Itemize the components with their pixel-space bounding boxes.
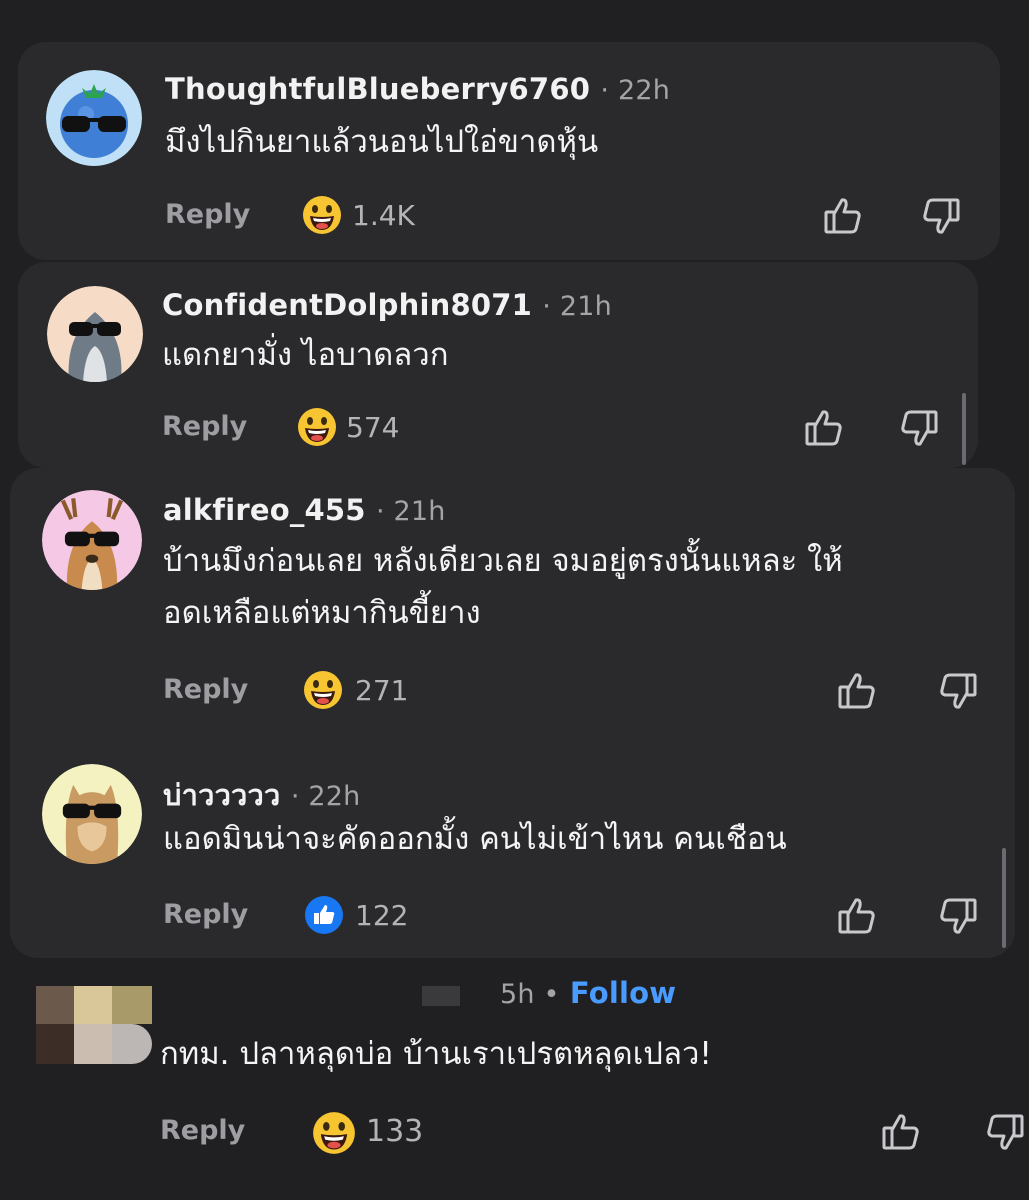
reply-button[interactable]: Reply bbox=[160, 1115, 245, 1146]
username-text[interactable]: ConfidentDolphin8071 bbox=[162, 288, 532, 322]
reaction-count: 122 bbox=[355, 899, 409, 932]
laughing-face-icon[interactable] bbox=[312, 1111, 356, 1155]
thumbs-down-icon[interactable] bbox=[937, 671, 979, 713]
reaction-count: 133 bbox=[366, 1114, 424, 1149]
timestamp: · 22h bbox=[600, 75, 671, 106]
avatar[interactable] bbox=[42, 764, 142, 864]
reply-button[interactable]: Reply bbox=[163, 674, 248, 705]
username[interactable]: alkfireo_455 · 21h bbox=[163, 493, 446, 527]
timestamp: · 21h bbox=[542, 291, 612, 322]
username[interactable]: ConfidentDolphin8071 · 21h bbox=[162, 288, 612, 322]
meta-row: 5h • Follow bbox=[500, 976, 676, 1010]
follow-button[interactable]: Follow bbox=[570, 976, 676, 1010]
thumbs-up-icon[interactable] bbox=[836, 669, 878, 711]
thumbs-down-icon[interactable] bbox=[937, 896, 979, 938]
like-icon[interactable] bbox=[304, 895, 344, 935]
username-text[interactable]: ThoughtfulBlueberry6760 bbox=[165, 72, 590, 106]
scrollbar-thumb[interactable] bbox=[1002, 848, 1006, 948]
username[interactable]: ThoughtfulBlueberry6760 · 22h bbox=[165, 72, 670, 106]
comment-text: แอดมินน่าจะคัดออกมั้ง คนไม่เข้าไหน คนเชื… bbox=[163, 821, 787, 857]
username-blurred[interactable] bbox=[422, 986, 460, 1006]
avatar[interactable] bbox=[42, 490, 142, 590]
thumbs-down-icon[interactable] bbox=[984, 1112, 1026, 1154]
comment-text: มึงไปกินยาแล้วนอนไปใอ่ขาดหุ้น bbox=[165, 124, 599, 160]
reply-button[interactable]: Reply bbox=[163, 899, 248, 930]
comment-text-line1: บ้านมึงก่อนเลย หลังเดียวเลย จมอยู่ตรงนั้… bbox=[163, 543, 843, 579]
thumbs-up-icon[interactable] bbox=[803, 406, 845, 448]
scrollbar-thumb[interactable] bbox=[962, 393, 966, 465]
thumbs-down-icon[interactable] bbox=[920, 196, 962, 238]
reply-button[interactable]: Reply bbox=[162, 411, 247, 442]
comment-text: แดกยามั่ง ไอบาดลวก bbox=[162, 337, 449, 373]
username-text[interactable]: บ่าววววว bbox=[163, 778, 281, 812]
comment-text: กทม. ปลาหลุดบ่อ บ้านเราเปรตหลุดเปลว! bbox=[160, 1036, 712, 1072]
timestamp: · 21h bbox=[375, 496, 446, 527]
comment-text-line2: อดเหลือแต่หมากินขี้ยาง bbox=[163, 595, 481, 631]
reaction-count: 1.4K bbox=[352, 199, 415, 232]
avatar[interactable] bbox=[46, 70, 142, 166]
timestamp: · 22h bbox=[290, 781, 361, 812]
thumbs-up-icon[interactable] bbox=[836, 894, 878, 936]
laughing-face-icon[interactable] bbox=[303, 670, 343, 710]
reaction-count: 271 bbox=[355, 674, 409, 707]
reply-button[interactable]: Reply bbox=[165, 199, 250, 230]
laughing-face-icon[interactable] bbox=[302, 195, 342, 235]
timestamp: 5h • bbox=[500, 979, 560, 1010]
thumbs-up-icon[interactable] bbox=[822, 194, 864, 236]
avatar[interactable] bbox=[47, 286, 143, 382]
thumbs-down-icon[interactable] bbox=[898, 408, 940, 450]
avatar-blurred[interactable] bbox=[36, 986, 152, 1064]
username[interactable]: บ่าววววว · 22h bbox=[163, 772, 360, 818]
laughing-face-icon[interactable] bbox=[297, 407, 337, 447]
thumbs-up-icon[interactable] bbox=[880, 1110, 922, 1152]
reaction-count: 574 bbox=[346, 411, 400, 444]
username-text[interactable]: alkfireo_455 bbox=[163, 493, 366, 527]
